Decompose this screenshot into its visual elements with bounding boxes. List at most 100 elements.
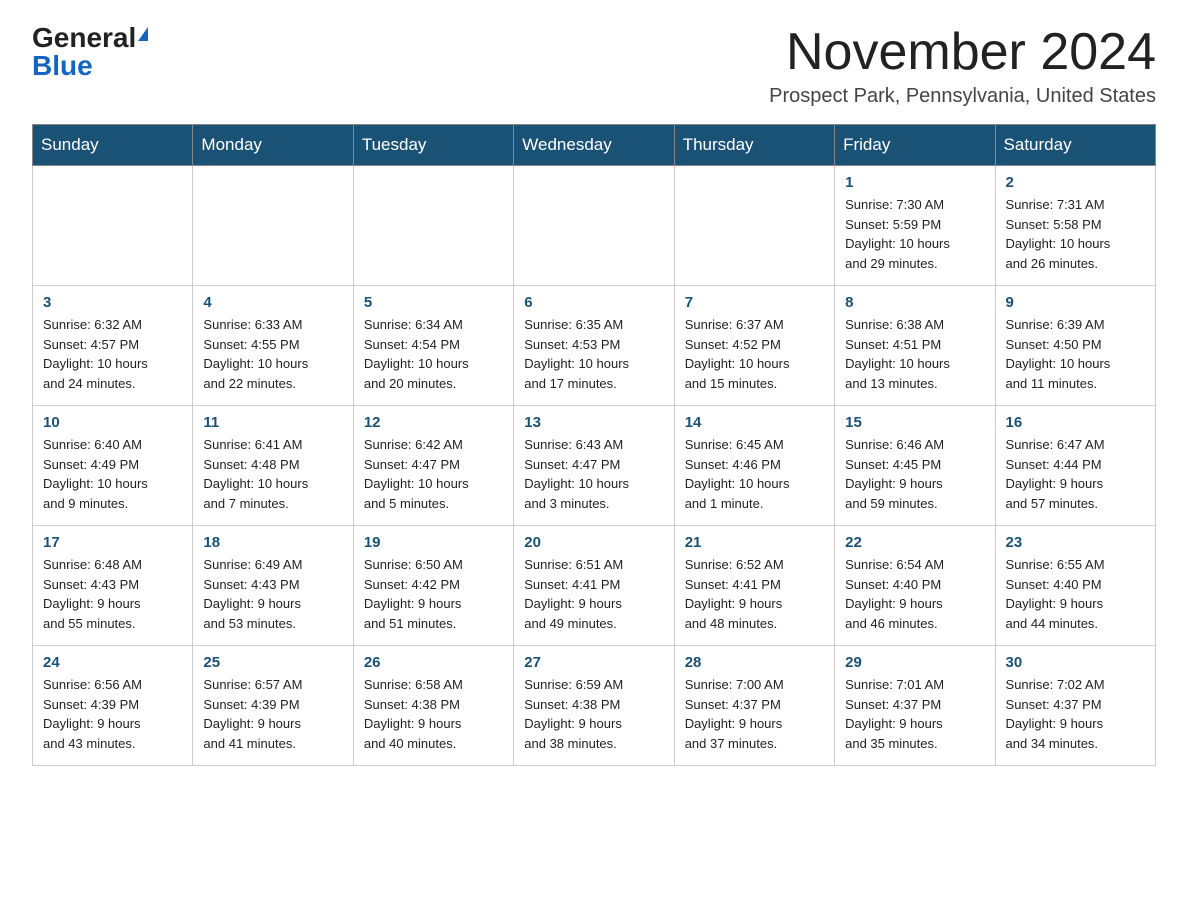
calendar-cell: 26 Sunrise: 6:58 AMSunset: 4:38 PMDayligh…: [353, 646, 513, 766]
day-number: 2: [1006, 174, 1145, 191]
day-info: Sunrise: 6:33 AMSunset: 4:55 PMDaylight:…: [203, 315, 342, 393]
day-number: 1: [845, 174, 984, 191]
day-info: Sunrise: 6:39 AMSunset: 4:50 PMDaylight:…: [1006, 315, 1145, 393]
day-number: 9: [1006, 294, 1145, 311]
calendar-cell: 24 Sunrise: 6:56 AMSunset: 4:39 PMDayligh…: [33, 646, 193, 766]
calendar-cell: 11 Sunrise: 6:41 AMSunset: 4:48 PMDayligh…: [193, 406, 353, 526]
title-area: November 2024 Prospect Park, Pennsylvani…: [769, 24, 1156, 108]
calendar-cell: 19Sunrise: 6:50 AMSunset: 4:42 PMDayligh…: [353, 526, 513, 646]
day-info: Sunrise: 6:45 AMSunset: 4:46 PMDaylight:…: [685, 435, 824, 513]
day-info: Sunrise: 6:56 AMSunset: 4:39 PMDaylight:…: [43, 675, 182, 753]
calendar-cell: 28Sunrise: 7:00 AMSunset: 4:37 PMDayligh…: [674, 646, 834, 766]
day-number: 30: [1006, 654, 1145, 671]
calendar-cell: 14 Sunrise: 6:45 AMSunset: 4:46 PMDayligh…: [674, 406, 834, 526]
calendar-cell: 17 Sunrise: 6:48 AMSunset: 4:43 PMDayligh…: [33, 526, 193, 646]
calendar-cell: [674, 166, 834, 286]
day-number: 17: [43, 534, 182, 551]
day-info: Sunrise: 6:54 AMSunset: 4:40 PMDaylight:…: [845, 555, 984, 633]
day-info: Sunrise: 6:46 AMSunset: 4:45 PMDaylight:…: [845, 435, 984, 513]
day-number: 26: [364, 654, 503, 671]
day-info: Sunrise: 6:47 AMSunset: 4:44 PMDaylight:…: [1006, 435, 1145, 513]
logo-triangle-icon: [138, 27, 148, 41]
day-number: 13: [524, 414, 663, 431]
day-number: 10: [43, 414, 182, 431]
day-number: 18: [203, 534, 342, 551]
day-info: Sunrise: 6:35 AMSunset: 4:53 PMDaylight:…: [524, 315, 663, 393]
calendar-cell: 21 Sunrise: 6:52 AMSunset: 4:41 PMDayligh…: [674, 526, 834, 646]
calendar-cell: 13Sunrise: 6:43 AMSunset: 4:47 PMDayligh…: [514, 406, 674, 526]
day-info: Sunrise: 6:48 AMSunset: 4:43 PMDaylight:…: [43, 555, 182, 633]
day-number: 29: [845, 654, 984, 671]
calendar-cell: 8 Sunrise: 6:38 AMSunset: 4:51 PMDaylight…: [835, 286, 995, 406]
logo-blue-text: Blue: [32, 52, 93, 80]
day-number: 24: [43, 654, 182, 671]
calendar-cell: 7 Sunrise: 6:37 AMSunset: 4:52 PMDaylight…: [674, 286, 834, 406]
day-number: 5: [364, 294, 503, 311]
day-info: Sunrise: 6:32 AMSunset: 4:57 PMDaylight:…: [43, 315, 182, 393]
week-row-2: 3Sunrise: 6:32 AMSunset: 4:57 PMDaylight…: [33, 286, 1156, 406]
calendar-cell: 9 Sunrise: 6:39 AMSunset: 4:50 PMDaylight…: [995, 286, 1155, 406]
day-info: Sunrise: 6:57 AMSunset: 4:39 PMDaylight:…: [203, 675, 342, 753]
logo-general-text: General: [32, 24, 136, 52]
day-info: Sunrise: 7:31 AMSunset: 5:58 PMDaylight:…: [1006, 195, 1145, 273]
calendar-cell: 2 Sunrise: 7:31 AMSunset: 5:58 PMDaylight…: [995, 166, 1155, 286]
day-info: Sunrise: 6:58 AMSunset: 4:38 PMDaylight:…: [364, 675, 503, 753]
calendar-cell: [33, 166, 193, 286]
day-info: Sunrise: 6:59 AMSunset: 4:38 PMDaylight:…: [524, 675, 663, 753]
page-header: General Blue November 2024 Prospect Park…: [32, 24, 1156, 108]
calendar-cell: 6 Sunrise: 6:35 AMSunset: 4:53 PMDaylight…: [514, 286, 674, 406]
day-number: 7: [685, 294, 824, 311]
calendar-cell: 30 Sunrise: 7:02 AMSunset: 4:37 PMDayligh…: [995, 646, 1155, 766]
week-row-3: 10 Sunrise: 6:40 AMSunset: 4:49 PMDayligh…: [33, 406, 1156, 526]
weekday-header-monday: Monday: [193, 125, 353, 166]
day-number: 20: [524, 534, 663, 551]
calendar-cell: 16Sunrise: 6:47 AMSunset: 4:44 PMDayligh…: [995, 406, 1155, 526]
weekday-header-thursday: Thursday: [674, 125, 834, 166]
day-info: Sunrise: 6:40 AMSunset: 4:49 PMDaylight:…: [43, 435, 182, 513]
day-number: 6: [524, 294, 663, 311]
calendar-cell: [193, 166, 353, 286]
day-info: Sunrise: 6:41 AMSunset: 4:48 PMDaylight:…: [203, 435, 342, 513]
weekday-header-tuesday: Tuesday: [353, 125, 513, 166]
day-number: 21: [685, 534, 824, 551]
day-number: 19: [364, 534, 503, 551]
day-info: Sunrise: 6:51 AMSunset: 4:41 PMDaylight:…: [524, 555, 663, 633]
day-info: Sunrise: 7:00 AMSunset: 4:37 PMDaylight:…: [685, 675, 824, 753]
day-info: Sunrise: 6:38 AMSunset: 4:51 PMDaylight:…: [845, 315, 984, 393]
calendar-cell: 12Sunrise: 6:42 AMSunset: 4:47 PMDayligh…: [353, 406, 513, 526]
day-number: 8: [845, 294, 984, 311]
day-number: 14: [685, 414, 824, 431]
calendar-cell: 25 Sunrise: 6:57 AMSunset: 4:39 PMDayligh…: [193, 646, 353, 766]
day-number: 25: [203, 654, 342, 671]
calendar-cell: 4 Sunrise: 6:33 AMSunset: 4:55 PMDaylight…: [193, 286, 353, 406]
weekday-header-row: SundayMondayTuesdayWednesdayThursdayFrid…: [33, 125, 1156, 166]
weekday-header-saturday: Saturday: [995, 125, 1155, 166]
day-info: Sunrise: 6:37 AMSunset: 4:52 PMDaylight:…: [685, 315, 824, 393]
calendar-cell: 1 Sunrise: 7:30 AMSunset: 5:59 PMDaylight…: [835, 166, 995, 286]
day-info: Sunrise: 7:30 AMSunset: 5:59 PMDaylight:…: [845, 195, 984, 273]
day-number: 11: [203, 414, 342, 431]
day-info: Sunrise: 6:49 AMSunset: 4:43 PMDaylight:…: [203, 555, 342, 633]
calendar-cell: [353, 166, 513, 286]
logo: General Blue: [32, 24, 148, 80]
weekday-header-sunday: Sunday: [33, 125, 193, 166]
day-info: Sunrise: 6:52 AMSunset: 4:41 PMDaylight:…: [685, 555, 824, 633]
calendar-cell: 10 Sunrise: 6:40 AMSunset: 4:49 PMDayligh…: [33, 406, 193, 526]
day-info: Sunrise: 6:34 AMSunset: 4:54 PMDaylight:…: [364, 315, 503, 393]
weekday-header-friday: Friday: [835, 125, 995, 166]
day-info: Sunrise: 7:01 AMSunset: 4:37 PMDaylight:…: [845, 675, 984, 753]
calendar-cell: 20 Sunrise: 6:51 AMSunset: 4:41 PMDayligh…: [514, 526, 674, 646]
calendar-cell: 3Sunrise: 6:32 AMSunset: 4:57 PMDaylight…: [33, 286, 193, 406]
calendar-cell: 5 Sunrise: 6:34 AMSunset: 4:54 PMDaylight…: [353, 286, 513, 406]
calendar-cell: 18 Sunrise: 6:49 AMSunset: 4:43 PMDayligh…: [193, 526, 353, 646]
day-info: Sunrise: 7:02 AMSunset: 4:37 PMDaylight:…: [1006, 675, 1145, 753]
day-number: 27: [524, 654, 663, 671]
day-info: Sunrise: 6:55 AMSunset: 4:40 PMDaylight:…: [1006, 555, 1145, 633]
location-title: Prospect Park, Pennsylvania, United Stat…: [769, 85, 1156, 108]
day-number: 15: [845, 414, 984, 431]
weekday-header-wednesday: Wednesday: [514, 125, 674, 166]
calendar-cell: 23Sunrise: 6:55 AMSunset: 4:40 PMDayligh…: [995, 526, 1155, 646]
day-number: 4: [203, 294, 342, 311]
calendar-cell: 22Sunrise: 6:54 AMSunset: 4:40 PMDayligh…: [835, 526, 995, 646]
calendar-table: SundayMondayTuesdayWednesdayThursdayFrid…: [32, 124, 1156, 766]
